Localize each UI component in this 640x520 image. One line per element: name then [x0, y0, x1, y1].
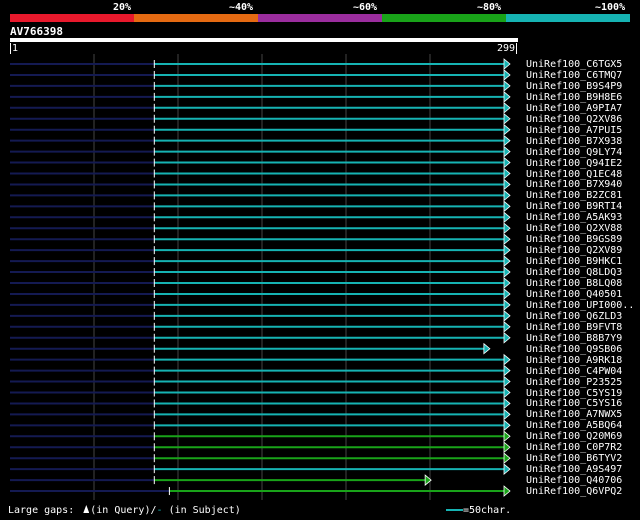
- alignment-end-arrow: [503, 353, 511, 366]
- alignment-end-arrow: [503, 134, 511, 147]
- alignment-end-arrow: [503, 211, 511, 224]
- hit-label[interactable]: UniRef100_Q2XV89: [526, 245, 622, 256]
- hit-label[interactable]: UniRef100_Q6VPQ2: [526, 486, 622, 497]
- alignment-end-arrow: [503, 233, 511, 246]
- alignment-end-arrow: [503, 222, 511, 235]
- alignment-end-arrow: [503, 244, 511, 257]
- alignment-end-arrow: [503, 309, 511, 322]
- scale-legend: =50char.: [446, 505, 511, 516]
- alignment-end-arrow: [503, 58, 511, 70]
- hit-label[interactable]: UniRef100_B7X940: [526, 179, 622, 190]
- alignment-end-arrow: [503, 189, 511, 202]
- hit-label[interactable]: UniRef100_C5YS16: [526, 398, 622, 409]
- hit-label[interactable]: UniRef100_A9PIA7: [526, 103, 622, 114]
- hit-label[interactable]: UniRef100_B9HKC1: [526, 256, 622, 267]
- hit-label[interactable]: UniRef100_Q8LDQ3: [526, 267, 622, 278]
- alignment-end-arrow: [503, 112, 511, 125]
- hit-label[interactable]: UniRef100_B6TYV2: [526, 453, 622, 464]
- alignment-end-arrow: [503, 408, 511, 421]
- hit-label[interactable]: UniRef100_B2ZC81: [526, 190, 622, 201]
- alignment-end-arrow: [503, 331, 511, 344]
- alignment-end-arrow: [503, 90, 511, 103]
- alignment-end-arrow: [503, 299, 511, 311]
- alignment-end-arrow: [503, 452, 511, 465]
- hit-label[interactable]: UniRef100_B8B7Y9: [526, 333, 622, 344]
- alignment-end-arrow: [503, 386, 511, 399]
- hit-label[interactable]: UniRef100_C0P7R2: [526, 442, 622, 453]
- alignment-end-arrow: [503, 485, 511, 497]
- hit-label[interactable]: UniRef100_B9FVT8: [526, 322, 622, 333]
- hit-label[interactable]: UniRef100_B9S4P9: [526, 81, 622, 92]
- alignment-end-arrow: [503, 156, 511, 169]
- hit-label[interactable]: UniRef100_Q40706: [526, 475, 622, 486]
- hit-label[interactable]: UniRef100_Q1EC48: [526, 169, 622, 180]
- alignment-end-arrow: [503, 255, 511, 267]
- alignment-end-arrow: [503, 277, 511, 289]
- alignment-end-arrow: [503, 375, 511, 388]
- alignment-end-arrow: [503, 80, 511, 92]
- hit-label[interactable]: UniRef100_Q6ZLD3: [526, 311, 622, 322]
- query-gap-label: (in Query)/: [90, 505, 157, 516]
- hit-label[interactable]: UniRef100_A5BQ64: [526, 420, 622, 431]
- hit-label[interactable]: UniRef100_Q9SB06: [526, 344, 622, 355]
- hit-label[interactable]: UniRef100_A7NWX5: [526, 409, 622, 420]
- alignment-end-arrow: [483, 342, 491, 355]
- alignment-end-arrow: [503, 419, 511, 432]
- alignment-end-arrow: [503, 266, 511, 278]
- hit-label[interactable]: UniRef100_Q20M69: [526, 431, 622, 442]
- alignment-end-arrow: [503, 441, 511, 454]
- alignment-end-arrow: [503, 101, 511, 114]
- hit-label[interactable]: UniRef100_Q2XV86: [526, 114, 622, 125]
- hit-label[interactable]: UniRef100_B9GS89: [526, 234, 622, 245]
- alignment-end-arrow: [503, 123, 511, 136]
- hit-label[interactable]: UniRef100_B7X938: [526, 136, 622, 147]
- alignment-end-arrow: [503, 178, 511, 191]
- hit-label[interactable]: UniRef100_C4PW04: [526, 366, 622, 377]
- subject-gap-label: (in Subject): [168, 505, 241, 516]
- hit-label[interactable]: UniRef100_C5YS19: [526, 388, 622, 399]
- subject-gap-marker-icon: -: [156, 505, 163, 516]
- alignment-end-arrow: [503, 145, 511, 158]
- hit-label[interactable]: UniRef100_B8LQ08: [526, 278, 622, 289]
- query-gap-marker-icon: [83, 505, 90, 513]
- alignment-end-arrow: [503, 364, 511, 377]
- scale-label: =50char.: [463, 505, 512, 516]
- hit-label[interactable]: UniRef100_Q40501: [526, 289, 622, 300]
- alignment-end-arrow: [503, 69, 511, 81]
- hit-label[interactable]: UniRef100_C6TMQ7: [526, 70, 622, 81]
- hit-label[interactable]: UniRef100_UPI000..: [526, 300, 634, 311]
- alignment-end-arrow: [503, 397, 511, 410]
- hit-label[interactable]: UniRef100_P23525: [526, 377, 622, 388]
- alignment-end-arrow: [503, 463, 511, 476]
- hit-label[interactable]: UniRef100_Q9LY74: [526, 147, 622, 158]
- gaps-label: Large gaps:: [8, 505, 75, 516]
- alignment-end-arrow: [503, 167, 511, 180]
- alignment-end-arrow: [503, 288, 511, 300]
- scale-line-icon: [446, 509, 463, 511]
- alignment-end-arrow: [503, 320, 511, 333]
- hit-label[interactable]: UniRef100_Q2XV88: [526, 223, 622, 234]
- hit-label[interactable]: UniRef100_B9RTI4: [526, 201, 622, 212]
- hit-label[interactable]: UniRef100_A9S497: [526, 464, 622, 475]
- hit-label[interactable]: UniRef100_A9RK18: [526, 355, 622, 366]
- hit-label[interactable]: UniRef100_A7PUI5: [526, 125, 622, 136]
- alignment-end-arrow: [503, 430, 511, 443]
- hit-label[interactable]: UniRef100_A5AK93: [526, 212, 622, 223]
- footer-legend: Large gaps: (in Query)/- (in Subject): [8, 505, 241, 516]
- alignment-end-arrow: [503, 200, 511, 213]
- hit-label[interactable]: UniRef100_Q94IE2: [526, 158, 622, 169]
- hit-label[interactable]: UniRef100_C6TGX5: [526, 59, 622, 70]
- hit-label[interactable]: UniRef100_B9H8E6: [526, 92, 622, 103]
